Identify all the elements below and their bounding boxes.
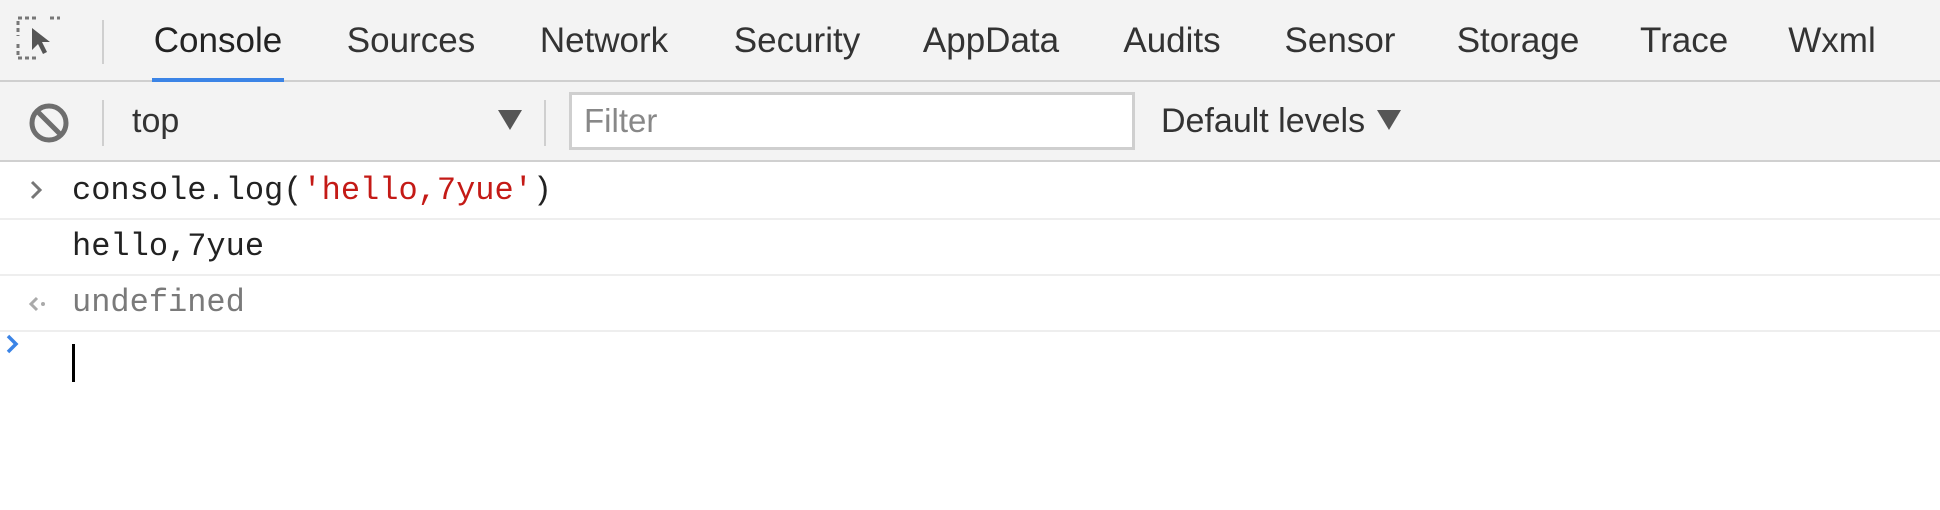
execution-context-select[interactable]: top	[132, 82, 522, 160]
return-arrow-icon	[24, 292, 48, 316]
tab-network[interactable]: Network	[535, 0, 673, 80]
console-toolbar: top Default levels	[0, 82, 1940, 162]
tab-console[interactable]: Console	[152, 0, 284, 82]
log-levels-label: Default levels	[1161, 102, 1366, 140]
toolbar-divider	[544, 100, 546, 146]
chevron-right-icon	[0, 334, 24, 360]
tab-audits[interactable]: Audits	[1120, 0, 1224, 80]
console-input-row: console.log('hello,7yue')	[0, 162, 1940, 220]
devtools-tab-bar: Console Sources Network Security AppData…	[0, 0, 1940, 82]
log-levels-dropdown[interactable]: Default levels	[1161, 82, 1402, 160]
console-log-row: hello,7yue	[0, 220, 1940, 276]
caret-down-icon	[498, 110, 522, 130]
tab-trace[interactable]: Trace	[1640, 0, 1728, 80]
code-token-string: 'hello,7yue'	[302, 172, 533, 209]
console-prompt-row[interactable]	[0, 332, 1940, 392]
toolbar-divider	[102, 100, 104, 146]
tab-appdata[interactable]: AppData	[920, 0, 1062, 80]
console-log-message: hello,7yue	[72, 228, 265, 265]
caret-down-icon	[1377, 110, 1402, 131]
clear-console-icon[interactable]	[28, 102, 70, 144]
console-result-row: undefined	[0, 276, 1940, 332]
code-token-call: console.log(	[72, 172, 303, 209]
console-output: console.log('hello,7yue') hello,7yue und…	[0, 162, 1940, 510]
text-caret	[72, 344, 75, 382]
execution-context-label: top	[132, 102, 180, 140]
console-result-value: undefined	[72, 284, 245, 321]
tab-storage[interactable]: Storage	[1455, 0, 1581, 80]
tab-wxml[interactable]: Wxml	[1786, 0, 1878, 80]
filter-field	[569, 92, 1135, 150]
filter-input[interactable]	[584, 95, 1124, 147]
tab-bar-divider	[102, 20, 104, 64]
tab-sources[interactable]: Sources	[340, 0, 482, 80]
tab-security[interactable]: Security	[731, 0, 863, 80]
chevron-right-icon	[24, 178, 48, 202]
inspect-element-icon[interactable]	[14, 14, 76, 66]
code-token-paren: )	[532, 172, 553, 209]
console-input-code: console.log('hello,7yue')	[72, 172, 552, 209]
tab-sensor[interactable]: Sensor	[1283, 0, 1397, 80]
